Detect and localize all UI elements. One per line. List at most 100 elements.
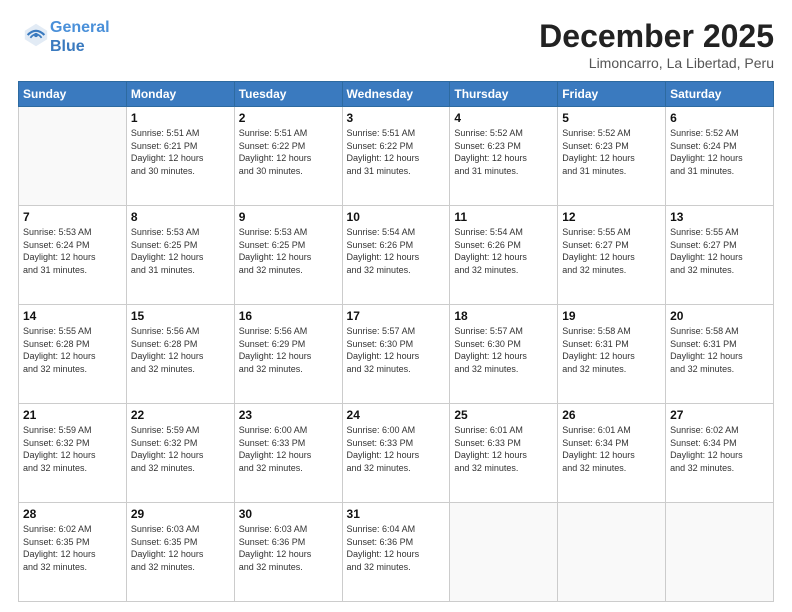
day-number: 17: [347, 309, 446, 323]
calendar-cell: 24Sunrise: 6:00 AM Sunset: 6:33 PM Dayli…: [342, 404, 450, 503]
calendar-table: SundayMondayTuesdayWednesdayThursdayFrid…: [18, 81, 774, 602]
day-number: 20: [670, 309, 769, 323]
day-info: Sunrise: 6:02 AM Sunset: 6:35 PM Dayligh…: [23, 523, 122, 573]
calendar-cell: [558, 503, 666, 602]
page: General Blue December 2025 Limoncarro, L…: [0, 0, 792, 612]
calendar-cell: [666, 503, 774, 602]
day-info: Sunrise: 5:53 AM Sunset: 6:24 PM Dayligh…: [23, 226, 122, 276]
logo: General Blue: [18, 18, 110, 56]
day-info: Sunrise: 5:59 AM Sunset: 6:32 PM Dayligh…: [23, 424, 122, 474]
day-info: Sunrise: 6:04 AM Sunset: 6:36 PM Dayligh…: [347, 523, 446, 573]
weekday-header: Thursday: [450, 82, 558, 107]
calendar-week-row: 14Sunrise: 5:55 AM Sunset: 6:28 PM Dayli…: [19, 305, 774, 404]
calendar-cell: 14Sunrise: 5:55 AM Sunset: 6:28 PM Dayli…: [19, 305, 127, 404]
day-number: 27: [670, 408, 769, 422]
day-number: 25: [454, 408, 553, 422]
calendar-week-row: 1 Sunrise: 5:51 AM Sunset: 6:21 PM Daylig…: [19, 107, 774, 206]
calendar-cell: 17 Sunrise: 5:57 AM Sunset: 6:30 PM Dayli…: [342, 305, 450, 404]
day-info: Sunrise: 6:03 AM Sunset: 6:35 PM Dayligh…: [131, 523, 230, 573]
calendar-cell: 10Sunrise: 5:54 AM Sunset: 6:26 PM Dayli…: [342, 206, 450, 305]
day-info: Sunrise: 5:54 AM Sunset: 6:26 PM Dayligh…: [454, 226, 553, 276]
day-number: 2: [239, 111, 338, 125]
calendar-cell: 6 Sunrise: 5:52 AM Sunset: 6:24 PM Daylig…: [666, 107, 774, 206]
day-info: Sunrise: 6:01 AM Sunset: 6:33 PM Dayligh…: [454, 424, 553, 474]
calendar-cell: 7 Sunrise: 5:53 AM Sunset: 6:24 PM Daylig…: [19, 206, 127, 305]
day-number: 19: [562, 309, 661, 323]
calendar-cell: 15 Sunrise: 5:56 AM Sunset: 6:28 PM Dayli…: [126, 305, 234, 404]
day-info: Sunrise: 6:03 AM Sunset: 6:36 PM Dayligh…: [239, 523, 338, 573]
logo-text: General Blue: [50, 18, 110, 56]
calendar-cell: 9 Sunrise: 5:53 AM Sunset: 6:25 PM Daylig…: [234, 206, 342, 305]
day-number: 23: [239, 408, 338, 422]
day-info: Sunrise: 5:54 AM Sunset: 6:26 PM Dayligh…: [347, 226, 446, 276]
calendar-cell: 28 Sunrise: 6:02 AM Sunset: 6:35 PM Dayli…: [19, 503, 127, 602]
day-info: Sunrise: 5:52 AM Sunset: 6:23 PM Dayligh…: [562, 127, 661, 177]
logo-general: General: [50, 19, 110, 36]
calendar-cell: 22 Sunrise: 5:59 AM Sunset: 6:32 PM Dayli…: [126, 404, 234, 503]
day-number: 22: [131, 408, 230, 422]
day-info: Sunrise: 5:58 AM Sunset: 6:31 PM Dayligh…: [670, 325, 769, 375]
calendar-cell: 19 Sunrise: 5:58 AM Sunset: 6:31 PM Dayli…: [558, 305, 666, 404]
calendar-cell: 8 Sunrise: 5:53 AM Sunset: 6:25 PM Daylig…: [126, 206, 234, 305]
day-info: Sunrise: 5:58 AM Sunset: 6:31 PM Dayligh…: [562, 325, 661, 375]
day-info: Sunrise: 5:53 AM Sunset: 6:25 PM Dayligh…: [131, 226, 230, 276]
calendar-cell: 31 Sunrise: 6:04 AM Sunset: 6:36 PM Dayli…: [342, 503, 450, 602]
day-info: Sunrise: 6:00 AM Sunset: 6:33 PM Dayligh…: [239, 424, 338, 474]
day-info: Sunrise: 5:59 AM Sunset: 6:32 PM Dayligh…: [131, 424, 230, 474]
calendar-cell: 2Sunrise: 5:51 AM Sunset: 6:22 PM Daylig…: [234, 107, 342, 206]
day-info: Sunrise: 5:51 AM Sunset: 6:21 PM Dayligh…: [131, 127, 230, 177]
day-number: 18: [454, 309, 553, 323]
day-info: Sunrise: 5:57 AM Sunset: 6:30 PM Dayligh…: [347, 325, 446, 375]
day-number: 21: [23, 408, 122, 422]
calendar-week-row: 28 Sunrise: 6:02 AM Sunset: 6:35 PM Dayli…: [19, 503, 774, 602]
calendar-cell: 5 Sunrise: 5:52 AM Sunset: 6:23 PM Daylig…: [558, 107, 666, 206]
calendar-cell: 30 Sunrise: 6:03 AM Sunset: 6:36 PM Dayli…: [234, 503, 342, 602]
day-info: Sunrise: 5:56 AM Sunset: 6:28 PM Dayligh…: [131, 325, 230, 375]
day-number: 4: [454, 111, 553, 125]
calendar-cell: 26Sunrise: 6:01 AM Sunset: 6:34 PM Dayli…: [558, 404, 666, 503]
calendar-header-row: SundayMondayTuesdayWednesdayThursdayFrid…: [19, 82, 774, 107]
weekday-header: Wednesday: [342, 82, 450, 107]
calendar-cell: 23 Sunrise: 6:00 AM Sunset: 6:33 PM Dayli…: [234, 404, 342, 503]
day-number: 16: [239, 309, 338, 323]
day-info: Sunrise: 5:53 AM Sunset: 6:25 PM Dayligh…: [239, 226, 338, 276]
header: General Blue December 2025 Limoncarro, L…: [18, 18, 774, 71]
logo-blue: Blue: [50, 37, 110, 56]
day-number: 31: [347, 507, 446, 521]
calendar-cell: [19, 107, 127, 206]
day-number: 15: [131, 309, 230, 323]
day-number: 29: [131, 507, 230, 521]
day-number: 30: [239, 507, 338, 521]
calendar-cell: 18 Sunrise: 5:57 AM Sunset: 6:30 PM Dayli…: [450, 305, 558, 404]
calendar-cell: 1 Sunrise: 5:51 AM Sunset: 6:21 PM Daylig…: [126, 107, 234, 206]
weekday-header: Friday: [558, 82, 666, 107]
day-info: Sunrise: 5:55 AM Sunset: 6:27 PM Dayligh…: [670, 226, 769, 276]
day-number: 7: [23, 210, 122, 224]
calendar-cell: [450, 503, 558, 602]
day-number: 5: [562, 111, 661, 125]
location: Limoncarro, La Libertad, Peru: [539, 55, 774, 71]
day-number: 9: [239, 210, 338, 224]
day-info: Sunrise: 5:55 AM Sunset: 6:28 PM Dayligh…: [23, 325, 122, 375]
day-number: 11: [454, 210, 553, 224]
weekday-header: Tuesday: [234, 82, 342, 107]
calendar-week-row: 7 Sunrise: 5:53 AM Sunset: 6:24 PM Daylig…: [19, 206, 774, 305]
day-info: Sunrise: 5:55 AM Sunset: 6:27 PM Dayligh…: [562, 226, 661, 276]
day-info: Sunrise: 6:00 AM Sunset: 6:33 PM Dayligh…: [347, 424, 446, 474]
day-number: 1: [131, 111, 230, 125]
day-info: Sunrise: 5:52 AM Sunset: 6:24 PM Dayligh…: [670, 127, 769, 177]
day-info: Sunrise: 6:02 AM Sunset: 6:34 PM Dayligh…: [670, 424, 769, 474]
day-info: Sunrise: 5:56 AM Sunset: 6:29 PM Dayligh…: [239, 325, 338, 375]
day-info: Sunrise: 6:01 AM Sunset: 6:34 PM Dayligh…: [562, 424, 661, 474]
day-number: 28: [23, 507, 122, 521]
calendar-cell: 4 Sunrise: 5:52 AM Sunset: 6:23 PM Daylig…: [450, 107, 558, 206]
calendar-cell: 27 Sunrise: 6:02 AM Sunset: 6:34 PM Dayli…: [666, 404, 774, 503]
calendar-cell: 11 Sunrise: 5:54 AM Sunset: 6:26 PM Dayli…: [450, 206, 558, 305]
weekday-header: Monday: [126, 82, 234, 107]
day-info: Sunrise: 5:52 AM Sunset: 6:23 PM Dayligh…: [454, 127, 553, 177]
day-info: Sunrise: 5:57 AM Sunset: 6:30 PM Dayligh…: [454, 325, 553, 375]
day-number: 6: [670, 111, 769, 125]
day-number: 8: [131, 210, 230, 224]
day-number: 12: [562, 210, 661, 224]
day-info: Sunrise: 5:51 AM Sunset: 6:22 PM Dayligh…: [347, 127, 446, 177]
